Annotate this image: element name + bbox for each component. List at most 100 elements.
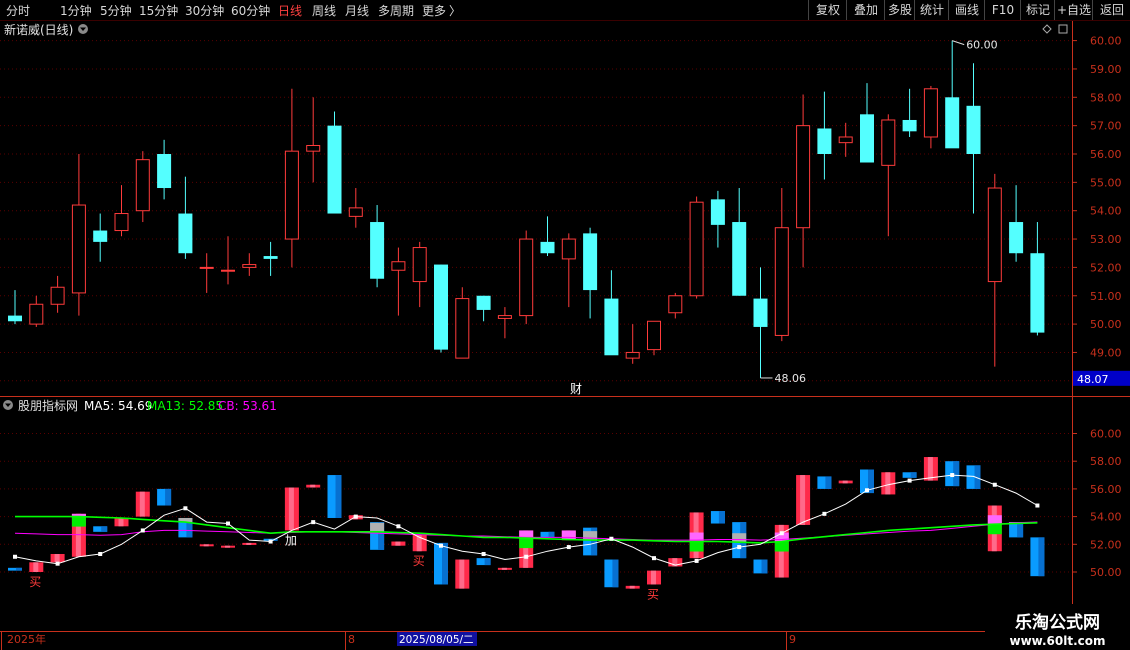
candle-body-up [135, 159, 150, 212]
candle-body-down [93, 230, 108, 242]
indicator-bar-highlight [987, 515, 1002, 525]
indicator-bar-stripe [288, 487, 294, 531]
multi-stock-button[interactable]: 多股 [884, 0, 915, 20]
dropdown-icon[interactable] [78, 24, 88, 34]
period-tab-15min[interactable]: 15分钟 [139, 2, 178, 19]
candle-body-up [412, 247, 427, 283]
indicator-bar-stripe [885, 472, 891, 495]
price-tick-label: 51.00 [1090, 290, 1122, 303]
candle-body-down [476, 295, 491, 310]
indicator-bar-highlight [71, 516, 86, 527]
statistics-button[interactable]: 统计 [914, 0, 949, 20]
indicator-bar-stripe [54, 553, 60, 563]
indicator-bar-stripe [225, 545, 230, 548]
f10-button[interactable]: F10 [984, 0, 1021, 20]
candle-body-up [838, 136, 853, 144]
period-tab-1min[interactable]: 1分钟 [60, 2, 92, 19]
price-tick-label: 52.00 [1090, 261, 1122, 274]
add-watchlist-button[interactable]: +自选 [1054, 0, 1093, 20]
candle-body-down [540, 241, 555, 254]
indicator-bar-stripe [800, 475, 806, 525]
ma5-point [524, 554, 529, 559]
indicator-bar-stripe [842, 480, 848, 484]
indicator-bar-highlight [774, 541, 789, 552]
candle-body-down [434, 264, 448, 350]
indicator-bar-highlight [370, 522, 385, 532]
ma5-point [779, 531, 784, 536]
ma5-point [822, 511, 827, 516]
indicator-bar-highlight [987, 524, 1002, 535]
ma13-value: MA13: 52.85 [147, 399, 223, 413]
indicator-bar-stripe [165, 488, 172, 506]
indicator-bar-stripe [927, 457, 933, 481]
candle-body-up [561, 238, 576, 260]
candle-body-down [817, 128, 832, 154]
ma5-point [140, 528, 145, 533]
period-tab-weekly[interactable]: 周线 [312, 2, 336, 19]
candle-body-down [263, 256, 278, 259]
ma5-point [353, 514, 358, 519]
price-tick-label: 55.00 [1090, 176, 1122, 189]
indicator-bar-stripe [118, 517, 124, 527]
candle-body-down [732, 222, 747, 296]
price-tick-label: 59.00 [1090, 63, 1122, 76]
period-tab-monthly[interactable]: 月线 [345, 2, 369, 19]
time-label-sep: 9 [789, 633, 796, 646]
candle-body-up [881, 119, 896, 166]
indicator-bar-stripe [825, 476, 832, 489]
indicator-bar-stripe [548, 531, 555, 538]
indicator-bar-stripe [335, 475, 342, 518]
period-tab-30min[interactable]: 30分钟 [185, 2, 224, 19]
financial-event-marker[interactable]: 财 [570, 382, 582, 396]
period-tab-multi[interactable]: 多周期 [378, 2, 414, 19]
indicator-tick-label: 54.00 [1090, 511, 1122, 524]
cb-value: CB: 53.61 [218, 399, 277, 413]
period-tab-intraday[interactable]: 分时 [6, 2, 30, 19]
candle-body-down [370, 222, 385, 279]
indicator-bar-stripe [139, 491, 145, 517]
candle-body-down [178, 213, 193, 254]
ma5-point [13, 554, 17, 559]
period-tab-5min[interactable]: 5分钟 [100, 2, 132, 19]
candle-body-up [221, 269, 235, 272]
candle-body-up [71, 204, 86, 294]
indicator-bar-stripe [501, 567, 507, 570]
candle-body-up [199, 266, 214, 269]
indicator-bar-stripe [310, 484, 316, 488]
chart-canvas[interactable]: 新诺威(日线) 60.00 59.00 58.00 57.00 56.00 55.00 54… [0, 21, 1130, 650]
signal-label: 买 [29, 575, 41, 589]
ma5-point [98, 551, 103, 556]
ma5-value: MA5: 54.69 [84, 399, 152, 413]
signal-label: 加 [285, 533, 297, 547]
indicator-tick-label: 56.00 [1090, 483, 1122, 496]
indicator-dropdown-icon[interactable] [3, 400, 13, 410]
period-tab-60min[interactable]: 60分钟 [231, 2, 270, 19]
draw-line-button[interactable]: 画线 [948, 0, 985, 20]
candle-body-down [1009, 222, 1024, 254]
period-tab-more[interactable]: 更多 [422, 2, 446, 19]
ma5-point [226, 521, 230, 526]
cursor-date-label: 2025/08/05/二 [399, 634, 474, 646]
candle-body-up [455, 298, 470, 359]
candle-body-up [519, 238, 534, 317]
chart-background [0, 21, 1130, 650]
candle-body-up [625, 351, 640, 359]
indicator-bar-stripe [1038, 537, 1045, 577]
mark-button[interactable]: 标记 [1020, 0, 1055, 20]
indicator-bar-stripe [718, 511, 725, 524]
back-button[interactable]: 返回 [1092, 0, 1130, 20]
indicator-bar-stripe [101, 526, 108, 532]
period-tab-daily[interactable]: 日线 [278, 2, 302, 19]
rights-adjust-button[interactable]: 复权 [808, 0, 847, 20]
indicator-bar-stripe [629, 585, 635, 589]
indicator-tick-label: 60.00 [1090, 428, 1122, 441]
chevron-right-icon[interactable]: 〉 [449, 2, 461, 19]
ma5-point [268, 539, 273, 544]
ma5-point [865, 488, 869, 493]
overlay-button[interactable]: 叠加 [846, 0, 885, 20]
watermark-title: 乐淘公式网 [1015, 613, 1100, 633]
indicator-tick-label: 50.00 [1090, 566, 1122, 579]
watermark-url: www.60lt.com [1009, 634, 1106, 648]
candle-body-up [284, 150, 299, 240]
price-tick-label: 56.00 [1090, 148, 1122, 161]
